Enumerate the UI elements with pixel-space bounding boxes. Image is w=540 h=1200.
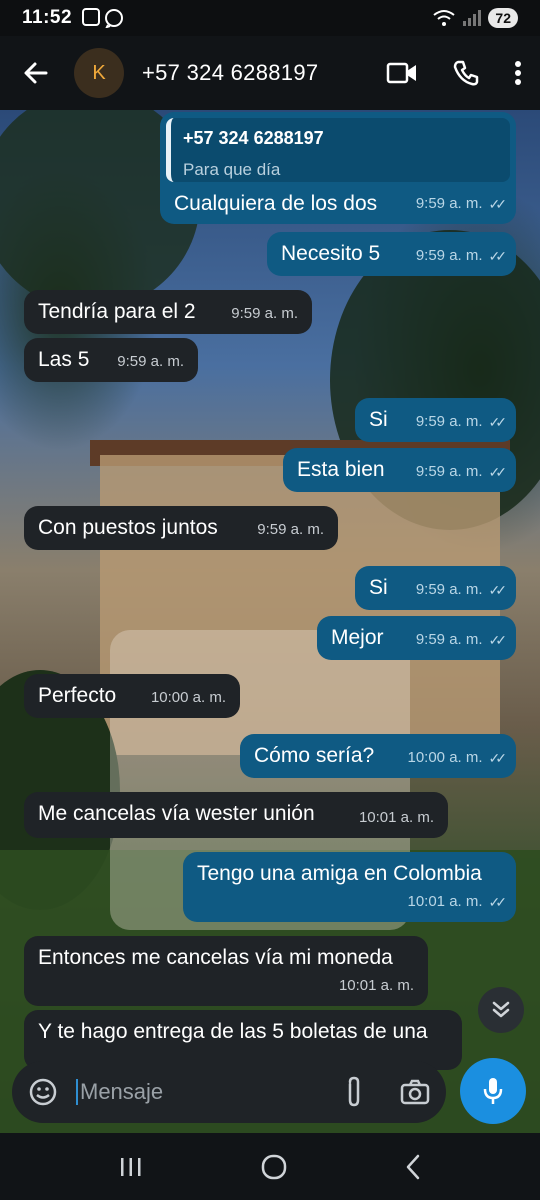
- message-text: Cómo sería?: [254, 744, 375, 767]
- quoted-text: Para que día: [183, 160, 281, 179]
- system-nav-bar: [0, 1133, 540, 1200]
- chat-area[interactable]: +57 324 6288197 Para que día Cualquiera …: [0, 110, 540, 1133]
- message-bubble-outgoing[interactable]: Si 9:59 a. m. ✓✓: [355, 566, 516, 610]
- message-bubble-outgoing[interactable]: Esta bien 9:59 a. m. ✓✓: [283, 448, 516, 492]
- message-time: 10:00 a. m.: [407, 749, 483, 766]
- read-receipt-icon: ✓✓: [488, 750, 508, 766]
- message-text: Las 5: [38, 348, 90, 371]
- read-receipt-icon: ✓✓: [488, 464, 508, 480]
- attach-icon[interactable]: [344, 1076, 364, 1108]
- message-text: Cualquiera de los dos: [174, 192, 378, 215]
- signal-icon: [463, 10, 482, 26]
- message-bubble-outgoing[interactable]: Tengo una amiga en Colombia 10:01 a. m. ✓…: [183, 852, 516, 922]
- message-bubble-outgoing[interactable]: Mejor 9:59 a. m. ✓✓: [317, 616, 516, 660]
- message-time: 10:01 a. m.: [338, 977, 414, 994]
- status-bar: 11:52 72: [0, 0, 540, 36]
- message-time: 10:00 a. m.: [150, 689, 226, 706]
- status-time: 11:52: [22, 7, 73, 28]
- message-text: Necesito 5: [281, 242, 381, 265]
- message-text: Me cancelas vía wester unión: [38, 802, 315, 825]
- scroll-to-bottom-button[interactable]: [478, 987, 524, 1033]
- message-text: Y te hago entrega de las 5 boletas de un…: [38, 1020, 428, 1043]
- message-composer: [12, 1061, 446, 1123]
- read-receipt-icon: ✓✓: [488, 632, 508, 648]
- message-text: Mejor: [331, 626, 384, 649]
- back-arrow-icon[interactable]: [18, 55, 54, 91]
- message-time: 9:59 a. m.: [231, 305, 298, 322]
- message-text: Entonces me cancelas vía mi moneda: [38, 946, 393, 969]
- message-bubble-outgoing[interactable]: Si 9:59 a. m. ✓✓: [355, 398, 516, 442]
- message-time: 9:59 a. m.: [117, 353, 184, 370]
- sticker-icon[interactable]: [28, 1077, 58, 1107]
- message-text: Si: [369, 576, 388, 599]
- phone-call-icon[interactable]: [452, 59, 480, 87]
- message-time: 9:59 a. m.: [415, 195, 483, 212]
- message-bubble-outgoing[interactable]: Cómo sería? 10:00 a. m. ✓✓: [240, 734, 516, 778]
- microphone-icon: [483, 1078, 503, 1104]
- message-time: 9:59 a. m.: [415, 581, 483, 598]
- message-text: Tendría para el 2: [38, 300, 196, 323]
- message-time: 9:59 a. m.: [415, 413, 483, 430]
- double-chevron-down-icon: [492, 1001, 510, 1018]
- back-nav-icon[interactable]: [405, 1154, 421, 1180]
- message-time: 9:59 a. m.: [415, 631, 483, 648]
- voice-message-button[interactable]: [460, 1058, 526, 1124]
- more-options-icon[interactable]: [514, 60, 522, 86]
- message-text: Perfecto: [38, 684, 117, 707]
- message-bubble-incoming[interactable]: Las 5 9:59 a. m.: [24, 338, 198, 382]
- recent-apps-icon[interactable]: [119, 1156, 143, 1178]
- message-text: Esta bien: [297, 458, 385, 481]
- message-bubble-incoming[interactable]: Me cancelas vía wester unión 10:01 a. m.: [24, 792, 448, 838]
- message-input[interactable]: [76, 1079, 306, 1105]
- read-receipt-icon: ✓✓: [488, 196, 508, 212]
- battery-level: 72: [488, 8, 518, 28]
- contact-name[interactable]: +57 324 6288197: [142, 60, 318, 86]
- message-time: 10:01 a. m.: [358, 809, 434, 826]
- screenshot-icon: [82, 8, 101, 26]
- quoted-message[interactable]: +57 324 6288197 Para que día: [166, 118, 510, 182]
- message-text: Tengo una amiga en Colombia: [197, 862, 482, 885]
- avatar[interactable]: K: [74, 48, 124, 98]
- message-text: Si: [369, 408, 388, 431]
- camera-icon[interactable]: [400, 1079, 430, 1105]
- whatsapp-icon: [105, 9, 124, 28]
- status-notification-icons: [82, 8, 124, 28]
- message-time: 9:59 a. m.: [415, 247, 483, 264]
- message-text: Con puestos juntos: [38, 516, 218, 539]
- message-bubble-incoming[interactable]: Tendría para el 2 9:59 a. m.: [24, 290, 312, 334]
- message-bubble-incoming[interactable]: Perfecto 10:00 a. m.: [24, 674, 240, 718]
- message-time: 9:59 a. m.: [257, 521, 324, 538]
- message-time: 9:59 a. m.: [415, 463, 483, 480]
- video-call-icon[interactable]: [386, 61, 418, 85]
- chat-header: K +57 324 6288197: [0, 36, 540, 110]
- message-bubble-incoming[interactable]: Con puestos juntos 9:59 a. m.: [24, 506, 338, 550]
- read-receipt-icon: ✓✓: [488, 248, 508, 264]
- message-time: 10:01 a. m.: [407, 893, 483, 910]
- read-receipt-icon: ✓✓: [488, 894, 508, 910]
- message-bubble-outgoing[interactable]: +57 324 6288197 Para que día Cualquiera …: [160, 112, 516, 224]
- read-receipt-icon: ✓✓: [488, 414, 508, 430]
- message-bubble-incoming[interactable]: Entonces me cancelas vía mi moneda 10:01…: [24, 936, 428, 1006]
- wifi-icon: [433, 10, 456, 26]
- read-receipt-icon: ✓✓: [488, 582, 508, 598]
- home-icon[interactable]: [261, 1154, 287, 1180]
- quoted-sender: +57 324 6288197: [183, 128, 324, 148]
- message-bubble-outgoing[interactable]: Necesito 5 9:59 a. m. ✓✓: [267, 232, 516, 276]
